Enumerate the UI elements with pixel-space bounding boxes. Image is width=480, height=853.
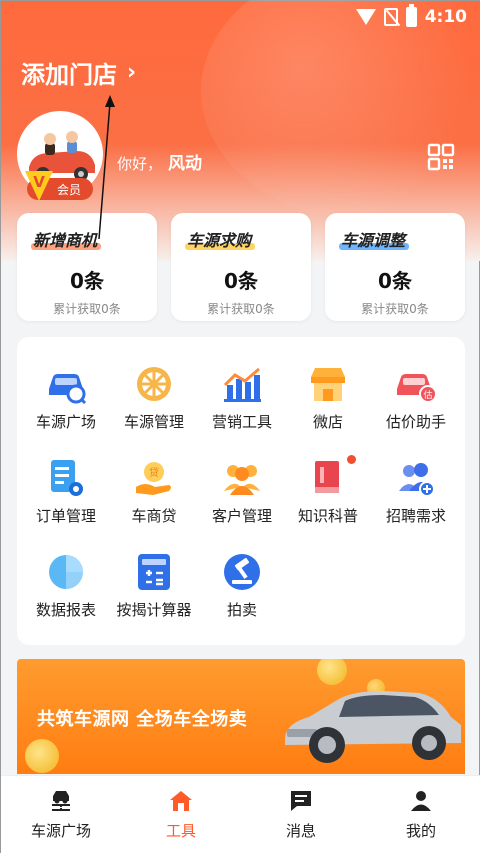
- tool-marketing[interactable]: 营销工具: [197, 363, 287, 432]
- wheel-icon: [137, 367, 171, 401]
- stat-count: 0条: [378, 269, 412, 293]
- stat-card-car-wanted[interactable]: 车源求购 0条 累计获取0条: [171, 213, 311, 321]
- promo-banner[interactable]: 共筑车源网 全场车全场卖: [17, 659, 465, 774]
- customers-icon: [224, 465, 260, 495]
- message-icon: [291, 791, 311, 811]
- bar-chart-icon: [223, 367, 261, 402]
- stat-count: 0条: [224, 269, 258, 293]
- coin-decoration: [25, 739, 59, 773]
- add-store-label: 添加门店: [21, 61, 117, 89]
- person-icon: [411, 791, 431, 811]
- tool-label: 招聘需求: [385, 507, 446, 525]
- nav-label: 我的: [405, 822, 436, 840]
- tool-label: 知识科普: [297, 507, 358, 525]
- notification-dot: [347, 455, 356, 464]
- battery-icon: [405, 4, 417, 27]
- tool-label: 订单管理: [35, 507, 96, 525]
- tool-knowledge[interactable]: 知识科普: [283, 455, 373, 526]
- greeting-text: 你好，: [117, 155, 163, 173]
- nav-car-square[interactable]: 车源广场: [1, 776, 121, 853]
- nav-label: 工具: [165, 822, 196, 840]
- car-road-icon: [52, 791, 70, 811]
- tool-orders[interactable]: 订单管理: [21, 457, 111, 526]
- stat-card-car-adjust[interactable]: 车源调整 0条 累计获取0条: [325, 213, 465, 321]
- tool-label: 客户管理: [211, 507, 272, 525]
- home-icon: [170, 791, 192, 811]
- order-icon: [51, 460, 83, 496]
- tool-valuation[interactable]: 估 估价助手: [371, 363, 461, 432]
- tool-label: 估价助手: [385, 413, 446, 431]
- banner-text: 共筑车源网 全场车全场卖: [37, 709, 248, 730]
- svg-text:贷: 贷: [149, 466, 159, 479]
- tool-label: 车源管理: [123, 413, 184, 431]
- tool-label: 按揭计算器: [116, 601, 192, 619]
- tool-label: 营销工具: [211, 413, 272, 431]
- stat-title: 车源调整: [325, 227, 465, 251]
- tool-label: 车源广场: [35, 413, 96, 431]
- stat-card-new-leads[interactable]: 新增商机 0条 累计获取0条: [17, 213, 157, 321]
- nav-mine[interactable]: 我的: [361, 776, 480, 853]
- tool-label: 数据报表: [35, 601, 96, 619]
- shop-icon: [311, 368, 345, 401]
- tool-recruit[interactable]: 招聘需求: [371, 457, 461, 526]
- stat-cards: 新增商机 0条 累计获取0条 车源求购 0条 累计获取0条 车源调整 0条 累计…: [17, 213, 465, 321]
- stat-sub: 累计获取0条: [207, 302, 275, 316]
- stat-sub: 累计获取0条: [53, 302, 121, 316]
- tool-customers[interactable]: 客户管理: [197, 457, 287, 526]
- svg-text:估: 估: [423, 389, 432, 401]
- pie-chart-icon: [49, 555, 83, 589]
- recruit-icon: [399, 463, 435, 497]
- stat-title: 车源求购: [171, 227, 311, 251]
- tool-label: 拍卖: [226, 601, 257, 619]
- user-name: 风动: [168, 154, 203, 174]
- status-time: 4:10: [424, 7, 467, 27]
- car-search-icon: [49, 374, 87, 405]
- tool-car-manage[interactable]: 车源管理: [109, 363, 199, 432]
- tool-reports[interactable]: 数据报表: [21, 551, 111, 620]
- no-sim-icon: [383, 8, 398, 26]
- qr-code-icon[interactable]: [427, 143, 455, 171]
- stat-sub: 累计获取0条: [361, 302, 429, 316]
- calculator-icon: [138, 554, 170, 590]
- tools-panel: 车源广场 车源管理 营销工具 微店 估 估价助手 订单管理 贷 车商贷 客户管理…: [17, 337, 465, 645]
- nav-messages[interactable]: 消息: [241, 776, 361, 853]
- tool-dealer-loan[interactable]: 贷 车商贷: [109, 457, 199, 526]
- nav-tools[interactable]: 工具: [121, 776, 241, 853]
- tool-mortgage-calculator[interactable]: 按揭计算器: [109, 551, 199, 620]
- chevron-right-icon: ›: [127, 60, 137, 85]
- tool-shop[interactable]: 微店: [283, 363, 373, 432]
- nav-label: 车源广场: [30, 822, 91, 840]
- vip-label: 会员: [57, 182, 82, 197]
- book-icon: [315, 461, 339, 493]
- nav-label: 消息: [285, 822, 316, 840]
- stat-count: 0条: [70, 269, 104, 293]
- loan-icon: 贷: [136, 462, 171, 495]
- tool-label: 车商贷: [131, 507, 177, 525]
- car-image: [285, 691, 461, 763]
- tool-auction[interactable]: 拍卖: [197, 551, 287, 620]
- tool-car-square[interactable]: 车源广场: [21, 363, 111, 432]
- status-bar: 4:10: [1, 1, 479, 33]
- greeting: 你好， 风动: [117, 149, 202, 174]
- tool-label: 微店: [312, 413, 343, 431]
- add-store-button[interactable]: 添加门店 ›: [21, 55, 136, 90]
- auction-icon: [224, 554, 260, 590]
- bottom-nav: 车源广场 工具 消息 我的: [1, 775, 480, 853]
- stat-title: 新增商机: [17, 227, 157, 251]
- car-valuation-icon: 估: [397, 374, 437, 403]
- wifi-icon: [355, 9, 376, 25]
